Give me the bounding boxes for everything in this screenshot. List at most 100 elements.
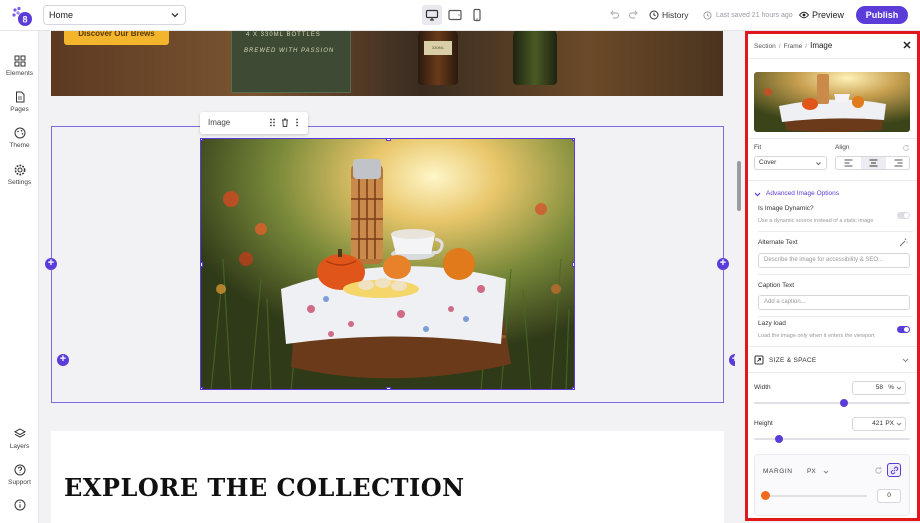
divider — [748, 58, 917, 59]
collection-section[interactable]: EXPLORE THE COLLECTION — [51, 431, 724, 523]
width-value: 58 — [875, 384, 883, 391]
chevron-down-icon — [896, 386, 902, 390]
trash-icon[interactable] — [281, 118, 289, 127]
sidebar-item-info[interactable] — [0, 499, 39, 514]
sidebar-item-pages[interactable]: Pages — [0, 91, 39, 113]
reset-icon[interactable] — [874, 466, 883, 475]
image-element-toolbar: Image — [200, 112, 308, 134]
dynamic-toggle[interactable] — [897, 212, 910, 219]
link-sides-button[interactable] — [887, 463, 901, 477]
fit-label: Fit — [754, 144, 762, 151]
height-slider-knob[interactable] — [775, 435, 783, 443]
publish-button[interactable]: Publish — [856, 6, 908, 24]
resize-handle[interactable] — [201, 139, 203, 141]
mobile-view-button[interactable] — [467, 5, 487, 25]
undo-icon[interactable] — [608, 9, 620, 21]
align-left-button[interactable] — [836, 157, 861, 169]
lazy-load-toggle[interactable] — [897, 326, 910, 333]
breadcrumb-section[interactable]: Section — [754, 43, 776, 50]
resize-handle[interactable] — [386, 387, 391, 389]
sidebar-item-label: Elements — [5, 70, 34, 77]
hero-image[interactable]: Discover Our Brews 4 X 330ML BOTTLES BRE… — [51, 31, 723, 96]
box-text-line2: BREWED WITH PASSION — [244, 48, 335, 54]
properties-panel: Section / Frame / Image Fit Align Cover Adva… — [745, 31, 920, 521]
width-input[interactable]: 58 % — [852, 381, 906, 395]
redo-icon[interactable] — [628, 9, 640, 21]
last-saved-text: Last saved 21 hours ago — [716, 12, 793, 19]
margin-slider[interactable] — [765, 495, 867, 497]
reset-icon[interactable] — [902, 144, 910, 152]
sidebar-item-settings[interactable]: Settings — [0, 164, 39, 186]
grid-icon — [14, 55, 25, 67]
canvas-scrollbar[interactable] — [735, 31, 743, 523]
add-element-left-button[interactable]: + — [57, 354, 69, 366]
width-unit[interactable]: % — [888, 382, 894, 394]
page-icon — [15, 91, 24, 103]
height-input[interactable]: 421 PX — [852, 417, 906, 431]
close-icon[interactable] — [903, 41, 911, 49]
alt-text-input[interactable]: Describe the image for accessibility & S… — [758, 253, 910, 268]
box-text-line1: 4 X 330ML BOTTLES — [246, 32, 321, 38]
advanced-options-label: Advanced Image Options — [766, 190, 839, 197]
width-slider-knob[interactable] — [840, 399, 848, 407]
add-element-right-button[interactable]: + — [717, 258, 729, 270]
resize-handle[interactable] — [572, 139, 574, 141]
height-label: Height — [754, 420, 773, 427]
alt-text-title: Alternate Text — [758, 239, 798, 246]
scrollbar-thumb[interactable] — [737, 161, 741, 211]
discover-button[interactable]: Discover Our Brews — [64, 31, 169, 45]
chevron-down-icon — [816, 162, 821, 166]
desktop-view-button[interactable] — [422, 5, 442, 25]
drag-handle-icon[interactable] — [269, 118, 276, 127]
editor-canvas[interactable]: Discover Our Brews 4 X 330ML BOTTLES BRE… — [40, 31, 735, 523]
add-element-left-button[interactable]: + — [45, 258, 57, 270]
toggle-knob — [904, 327, 909, 332]
margin-unit[interactable]: PX — [807, 468, 816, 475]
width-slider[interactable] — [754, 399, 910, 407]
sidebar-item-elements[interactable]: Elements — [0, 55, 39, 77]
resize-handle[interactable] — [201, 262, 203, 267]
sidebar-item-theme[interactable]: Theme — [0, 127, 39, 149]
align-center-icon — [869, 159, 878, 167]
divider — [748, 138, 917, 139]
thumbnail-photo — [754, 72, 910, 132]
gear-icon — [14, 164, 25, 176]
margin-value-input[interactable]: 0 — [877, 489, 901, 503]
divider — [748, 180, 917, 181]
chevron-down-icon[interactable] — [902, 357, 909, 364]
tablet-view-button[interactable] — [445, 5, 465, 25]
height-value: 421 — [872, 420, 883, 427]
height-slider[interactable] — [754, 435, 910, 443]
height-unit[interactable]: PX — [885, 418, 894, 430]
product-box: 4 X 330ML BOTTLES BREWED WITH PASSION — [231, 31, 351, 93]
resize-handle[interactable] — [386, 139, 391, 141]
align-right-button[interactable] — [886, 157, 911, 169]
align-button-group — [835, 156, 910, 170]
page-selector[interactable]: Home — [43, 5, 186, 25]
image-thumbnail[interactable] — [754, 72, 910, 132]
selected-image[interactable] — [200, 138, 575, 390]
bottle-image: 330ML — [418, 31, 458, 85]
divider — [758, 231, 913, 232]
margin-slider-knob[interactable] — [761, 491, 770, 500]
magic-wand-icon[interactable] — [899, 238, 908, 247]
sidebar-item-layers[interactable]: Layers — [0, 428, 39, 450]
resize-handle[interactable] — [572, 387, 574, 389]
svg-text:8: 8 — [22, 15, 27, 25]
align-label: Align — [835, 144, 850, 151]
page-selector-value: Home — [49, 10, 74, 20]
fit-select[interactable]: Cover — [754, 156, 827, 170]
more-options-icon[interactable] — [295, 118, 299, 127]
resize-handle[interactable] — [572, 262, 574, 267]
sidebar-item-label: Pages — [10, 106, 29, 113]
chevron-down-icon — [171, 13, 179, 18]
chevron-down-icon[interactable] — [823, 469, 829, 475]
breadcrumb-frame[interactable]: Frame — [784, 43, 803, 50]
app-logo[interactable]: 8 — [11, 5, 33, 27]
eye-icon — [799, 11, 809, 19]
sidebar-item-support[interactable]: Support — [0, 464, 39, 486]
collection-heading[interactable]: EXPLORE THE COLLECTION — [64, 473, 465, 502]
align-center-button[interactable] — [861, 157, 886, 169]
resize-handle[interactable] — [201, 387, 203, 389]
caption-input[interactable]: Add a caption... — [758, 295, 910, 310]
